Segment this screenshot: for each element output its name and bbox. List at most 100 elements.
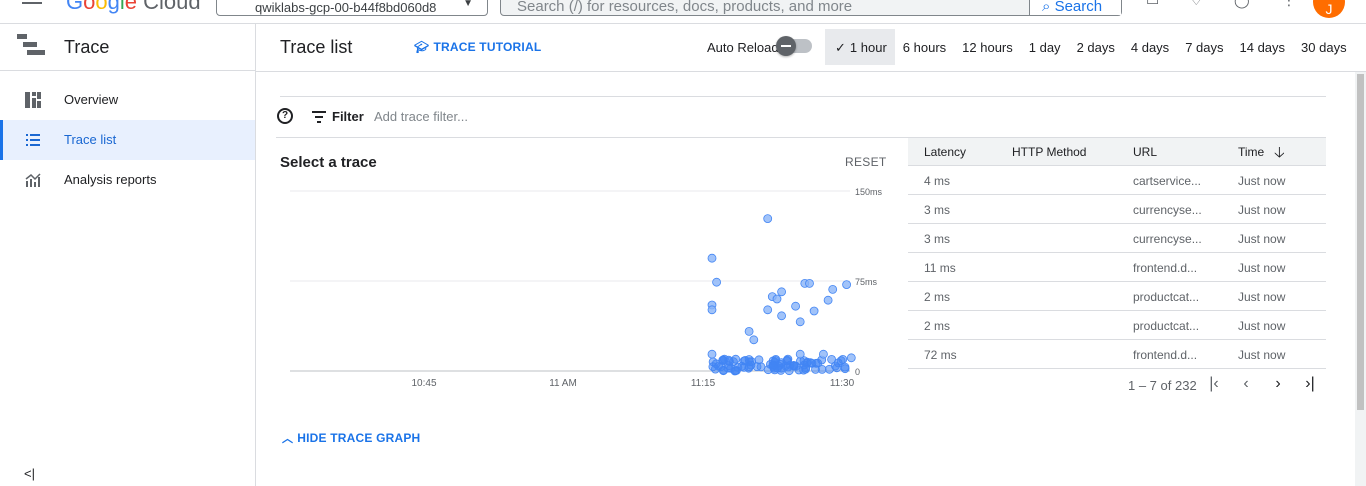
range-1-day[interactable]: 1 day [1021,29,1069,65]
trace-point[interactable] [707,253,717,263]
auto-reload-toggle[interactable] [776,36,812,56]
time-cell: Just now [1238,319,1286,333]
list-icon [26,134,40,146]
table-row[interactable]: 2 ms productcat... Just now [908,282,1326,311]
table-row[interactable]: 2 ms productcat... Just now [908,311,1326,340]
sidebar-item-analysis-reports[interactable]: Analysis reports [0,160,255,200]
cloud-shell-icon[interactable]: ▭ [1146,0,1166,8]
last-page-icon[interactable]: ›| [1300,375,1320,395]
hide-trace-graph-button[interactable]: ︿ HIDE TRACE GRAPH [282,430,420,446]
trace-point[interactable] [819,349,828,359]
x-tick-label: 11:30 [830,378,855,389]
trace-point[interactable] [707,349,717,359]
y-tick-label: 0 [855,367,860,377]
sidebar-item-label: Trace list [64,132,117,147]
x-tick-label: 11 AM [549,378,577,389]
range-12-hours[interactable]: 12 hours [954,29,1021,65]
latency-cell: 2 ms [924,319,951,333]
trace-point[interactable] [795,349,805,359]
previous-page-icon[interactable]: ‹ [1236,375,1256,395]
column-header-latency[interactable]: Latency [924,145,966,159]
sidebar-item-trace-list[interactable]: Trace list [0,120,255,160]
reset-button[interactable]: RESET [845,155,887,169]
trace-scatter-chart[interactable]: 150ms 75ms 0 10:45 11 AM 11:15 11:30 [286,180,890,392]
more-vert-icon[interactable]: ⋮ [1282,0,1302,8]
column-header-time[interactable]: Time [1238,145,1264,159]
trace-point[interactable] [791,301,801,311]
scatter-points [707,214,856,376]
range-2-days[interactable]: 2 days [1069,29,1123,65]
google-cloud-logo[interactable]: Google Cloud [66,0,201,15]
trace-point[interactable] [754,355,764,365]
help-icon[interactable]: ? [277,108,293,124]
range-4-days[interactable]: 4 days [1123,29,1177,65]
trace-point[interactable] [719,365,728,375]
hamburger-menu-icon[interactable] [22,0,42,4]
sidebar-title: Trace [64,37,110,57]
trace-point[interactable] [712,277,722,287]
graph-title: Select a trace [280,154,377,171]
filter-bar: ? Filter Add trace filter... [276,106,1326,138]
trace-point[interactable] [828,285,838,294]
trace-point[interactable] [823,295,833,305]
table-row[interactable]: 3 ms currencyse... Just now [908,195,1326,224]
trace-point[interactable] [795,317,805,327]
latency-cell: 72 ms [924,348,957,362]
collapse-sidebar-icon[interactable]: <| [24,466,35,481]
search-input[interactable]: Search (/) for resources, docs, products… [500,0,1122,16]
trace-point[interactable] [733,362,743,372]
range-6-hours[interactable]: 6 hours [895,29,954,65]
trace-point[interactable] [777,311,787,321]
trace-point[interactable] [724,355,734,365]
table-row[interactable]: 4 ms cartservice... Just now [908,166,1326,195]
url-cell: currencyse... [1133,203,1202,217]
trace-point[interactable] [707,305,717,315]
search-icon: ⌕ [1042,0,1051,15]
range-7-days[interactable]: 7 days [1177,29,1231,65]
project-selector[interactable]: qwiklabs-gcp-00-b44f8bd060d8 ▼ [216,0,488,16]
trace-point[interactable] [846,353,856,363]
range-30-days[interactable]: 30 days [1293,29,1355,65]
trace-point[interactable] [807,358,817,368]
school-icon: 🎓︎ [414,40,430,54]
column-header-http-method[interactable]: HTTP Method [1012,145,1086,159]
page-header: Trace list 🎓︎ TRACE TUTORIAL Auto Reload … [256,24,1366,72]
trace-point[interactable] [817,364,827,374]
trace-tutorial-button[interactable]: 🎓︎ TRACE TUTORIAL [414,40,541,54]
trace-point[interactable] [763,214,773,223]
trace-filter-input[interactable]: Add trace filter... [374,109,468,124]
trace-point[interactable] [809,306,819,316]
range-14-days[interactable]: 14 days [1232,29,1294,65]
trace-point[interactable] [777,287,787,297]
trace-point[interactable] [744,326,754,336]
next-page-icon[interactable]: › [1268,375,1288,395]
time-cell: Just now [1238,174,1286,188]
scrollbar-thumb[interactable] [1357,74,1364,410]
trace-point[interactable] [763,305,773,315]
table-row[interactable]: 72 ms frontend.d... Just now [908,340,1326,369]
x-tick-label: 10:45 [411,378,436,389]
table-row[interactable]: 11 ms frontend.d... Just now [908,253,1326,282]
trace-point[interactable] [842,280,851,289]
trace-point[interactable] [783,354,793,364]
page-title: Trace list [280,37,353,57]
column-header-url[interactable]: URL [1133,145,1209,159]
first-page-icon[interactable]: |‹ [1204,375,1224,395]
sidebar-item-overview[interactable]: Overview [0,80,255,120]
search-button[interactable]: ⌕ Search [1029,0,1121,15]
table-row[interactable]: 3 ms currencyse... Just now [908,224,1326,253]
trace-point[interactable] [772,294,782,304]
trace-point[interactable] [749,335,759,345]
range-1-hour[interactable]: ✓ 1 hour [825,29,895,65]
sort-descending-icon[interactable]: 🡣 [1274,142,1285,167]
help-icon[interactable]: ◯ [1234,0,1254,8]
time-range-selector: ✓ 1 hour 6 hours 12 hours 1 day 2 days 4 … [825,29,1355,65]
trace-point[interactable] [805,279,814,288]
trace-point[interactable] [711,359,721,369]
pagination-label: 1 – 7 of 232 [1128,378,1197,393]
avatar[interactable]: J [1313,0,1345,18]
trace-point[interactable] [744,362,754,372]
trace-point[interactable] [831,361,840,371]
notifications-icon[interactable]: ♢ [1190,0,1210,8]
scrollbar[interactable] [1355,72,1366,486]
